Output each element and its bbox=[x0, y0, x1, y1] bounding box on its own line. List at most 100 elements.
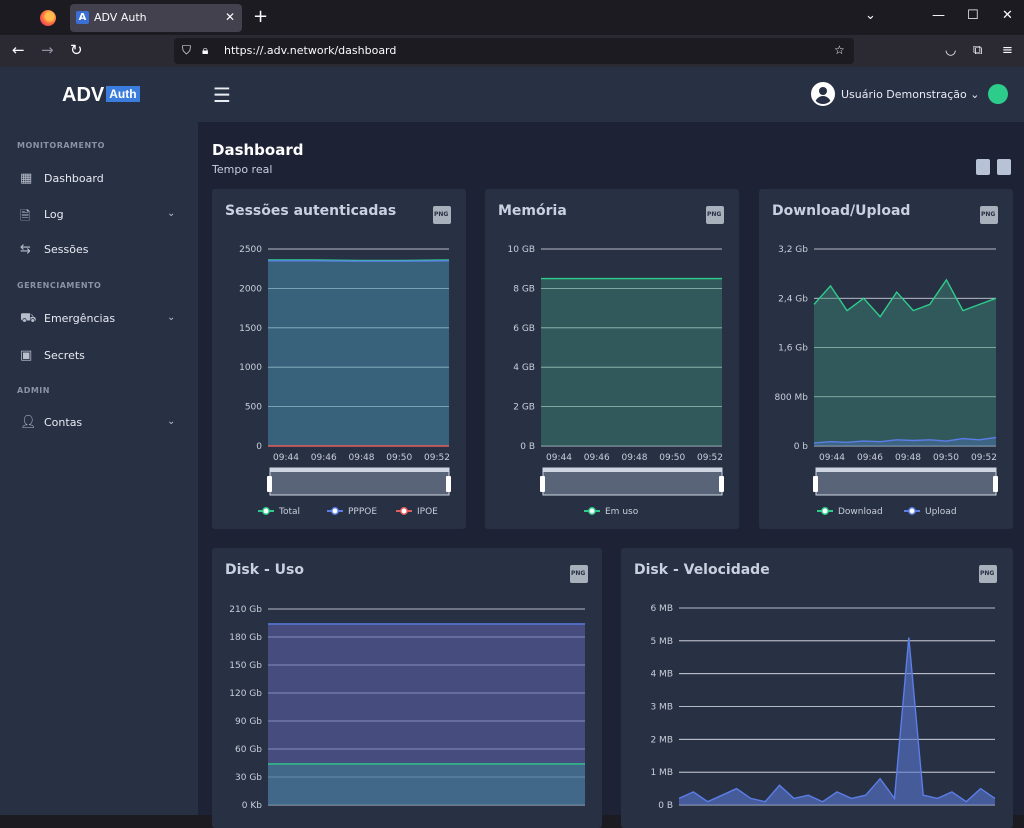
series-area bbox=[268, 764, 585, 805]
new-tab-button[interactable]: + bbox=[253, 6, 268, 27]
hamburger-menu-icon[interactable]: ☰ bbox=[213, 83, 231, 107]
y-tick-label: 2000 bbox=[239, 284, 262, 294]
legend-marker-dot bbox=[263, 508, 269, 514]
y-tick-label: 1,6 Gb bbox=[778, 344, 808, 354]
back-icon[interactable]: ← bbox=[12, 41, 25, 59]
y-tick-label: 2500 bbox=[239, 245, 262, 255]
sidebar-item-sessoes[interactable]: ⇆ Sessões bbox=[0, 235, 198, 265]
tab-title: ADV Auth bbox=[94, 11, 147, 24]
y-tick-label: 800 Mb bbox=[774, 393, 808, 403]
avatar[interactable] bbox=[811, 82, 835, 106]
series-area bbox=[814, 280, 996, 446]
legend-label: Em uso bbox=[605, 507, 639, 517]
navigator-handle-left bbox=[540, 476, 545, 492]
legend-marker-dot bbox=[909, 508, 915, 514]
shield-icon[interactable]: ⛉ bbox=[182, 43, 191, 58]
chart-sessoes: 0500100015002000250009:4409:4609:4809:50… bbox=[212, 189, 466, 529]
y-tick-label: 120 Gb bbox=[229, 689, 262, 699]
navigator-handle-left bbox=[267, 476, 272, 492]
legend-label: Download bbox=[838, 507, 883, 517]
section-title-admin: ADMIN bbox=[17, 386, 50, 395]
y-tick-label: 2 MB bbox=[650, 735, 673, 745]
x-tick-label: 09:46 bbox=[311, 453, 337, 463]
window-close-icon[interactable]: ✕ bbox=[1002, 8, 1013, 23]
y-tick-label: 10 GB bbox=[508, 245, 535, 255]
navigator-scrollbar bbox=[816, 468, 996, 472]
x-tick-label: 09:50 bbox=[933, 453, 959, 463]
y-tick-label: 30 Gb bbox=[235, 773, 262, 783]
x-tick-label: 09:50 bbox=[386, 453, 412, 463]
user-menu[interactable]: Usuário Demonstração ⌄ bbox=[841, 88, 980, 101]
extensions-icon[interactable]: ⧉ bbox=[973, 43, 982, 58]
sidebar-item-secrets[interactable]: ▣ Secrets bbox=[0, 341, 198, 371]
sidebar: ADVAuth MONITORAMENTO ▦ Dashboard 🗎︎ Log… bbox=[0, 67, 198, 815]
y-tick-label: 6 GB bbox=[513, 324, 535, 334]
pocket-icon[interactable]: ◡ bbox=[945, 43, 956, 58]
close-tab-icon[interactable]: ✕ bbox=[225, 10, 235, 24]
x-tick-label: 09:48 bbox=[349, 453, 375, 463]
y-tick-label: 0 B bbox=[658, 801, 673, 811]
navigator-handle-right bbox=[993, 476, 998, 492]
card-disk-uso: Disk - Uso 0 Kb30 Gb60 Gb90 Gb120 Gb150 … bbox=[212, 548, 602, 828]
car-icon: ⛟ bbox=[20, 311, 36, 328]
card-download-upload: Download/Upload 0 b800 Mb1,6 Gb2,4 Gb3,2… bbox=[759, 189, 1013, 529]
bookmark-star-icon[interactable]: ☆ bbox=[834, 43, 845, 57]
minimize-icon[interactable]: — bbox=[932, 8, 945, 23]
chevron-down-icon: ⌄ bbox=[167, 312, 175, 323]
browser-tab[interactable]: A ADV Auth ✕ bbox=[70, 4, 242, 32]
x-tick-label: 09:52 bbox=[697, 453, 723, 463]
lock-icon[interactable]: 🔒︎ bbox=[202, 43, 208, 58]
y-tick-label: 8 GB bbox=[513, 284, 535, 294]
sidebar-item-dashboard[interactable]: ▦ Dashboard bbox=[0, 164, 198, 194]
y-tick-label: 60 Gb bbox=[235, 745, 262, 755]
chevron-down-icon: ⌄ bbox=[167, 416, 175, 427]
sidebar-item-emergencias[interactable]: ⛟ Emergências ⌄ bbox=[0, 304, 198, 334]
export-file-icon[interactable] bbox=[976, 159, 990, 175]
brand-logo[interactable]: ADVAuth bbox=[62, 84, 140, 107]
legend-label: Upload bbox=[925, 507, 957, 517]
navigator-handle-right bbox=[446, 476, 451, 492]
tab-list-chevron-icon[interactable]: ⌄ bbox=[865, 8, 876, 23]
url-text[interactable]: https://.adv.network/dashboard bbox=[224, 44, 396, 57]
legend-marker-dot bbox=[589, 508, 595, 514]
y-tick-label: 1500 bbox=[239, 324, 262, 334]
forward-icon[interactable]: → bbox=[41, 41, 54, 59]
x-tick-label: 09:44 bbox=[273, 453, 299, 463]
reload-icon[interactable]: ↻ bbox=[70, 41, 83, 59]
y-tick-label: 2 GB bbox=[513, 403, 535, 413]
user-icon: 👤︎ bbox=[20, 415, 37, 430]
legend-marker-dot bbox=[332, 508, 338, 514]
x-tick-label: 09:48 bbox=[895, 453, 921, 463]
x-tick-label: 09:52 bbox=[424, 453, 450, 463]
navigator-handle-right bbox=[719, 476, 724, 492]
browser-nav-bar: ← → ↻ ⛉ 🔒︎ https://.adv.network/dashboar… bbox=[0, 35, 1024, 67]
favicon-icon: A bbox=[76, 11, 89, 24]
calendar-icon[interactable] bbox=[997, 159, 1011, 175]
x-tick-label: 09:44 bbox=[819, 453, 845, 463]
sidebar-item-log[interactable]: 🗎︎ Log ⌄ bbox=[0, 200, 198, 230]
y-tick-label: 90 Gb bbox=[235, 717, 262, 727]
firefox-icon[interactable] bbox=[40, 10, 56, 26]
navigator-handle-left bbox=[813, 476, 818, 492]
browser-tab-bar: A ADV Auth ✕ + ⌄ — ☐ ✕ bbox=[0, 0, 1024, 35]
y-tick-label: 210 Gb bbox=[229, 605, 262, 615]
zoom-navigator bbox=[543, 468, 722, 495]
sidebar-item-contas[interactable]: 👤︎ Contas ⌄ bbox=[0, 408, 198, 438]
y-tick-label: 1000 bbox=[239, 363, 262, 373]
page-title: Dashboard bbox=[212, 141, 303, 159]
chevron-down-icon: ⌄ bbox=[167, 208, 175, 219]
chart-memoria: 0 B2 GB4 GB6 GB8 GB10 GB09:4409:4609:480… bbox=[485, 189, 739, 529]
zoom-navigator bbox=[270, 468, 449, 495]
y-tick-label: 180 Gb bbox=[229, 633, 262, 643]
url-bar[interactable]: ⛉ 🔒︎ https://.adv.network/dashboard ☆ bbox=[174, 38, 854, 64]
legend-label: Total bbox=[278, 507, 300, 517]
y-tick-label: 0 Kb bbox=[242, 801, 262, 811]
sessions-icon: ⇆ bbox=[20, 242, 31, 257]
main-content: Dashboard Tempo real Sessões autenticada… bbox=[198, 122, 1024, 815]
x-tick-label: 09:46 bbox=[857, 453, 883, 463]
menu-icon[interactable]: ≡ bbox=[1002, 43, 1013, 58]
legend-marker-dot bbox=[822, 508, 828, 514]
maximize-icon[interactable]: ☐ bbox=[967, 8, 979, 23]
y-tick-label: 4 MB bbox=[650, 670, 673, 680]
card-sessoes-autenticadas: Sessões autenticadas 0500100015002000250… bbox=[212, 189, 466, 529]
